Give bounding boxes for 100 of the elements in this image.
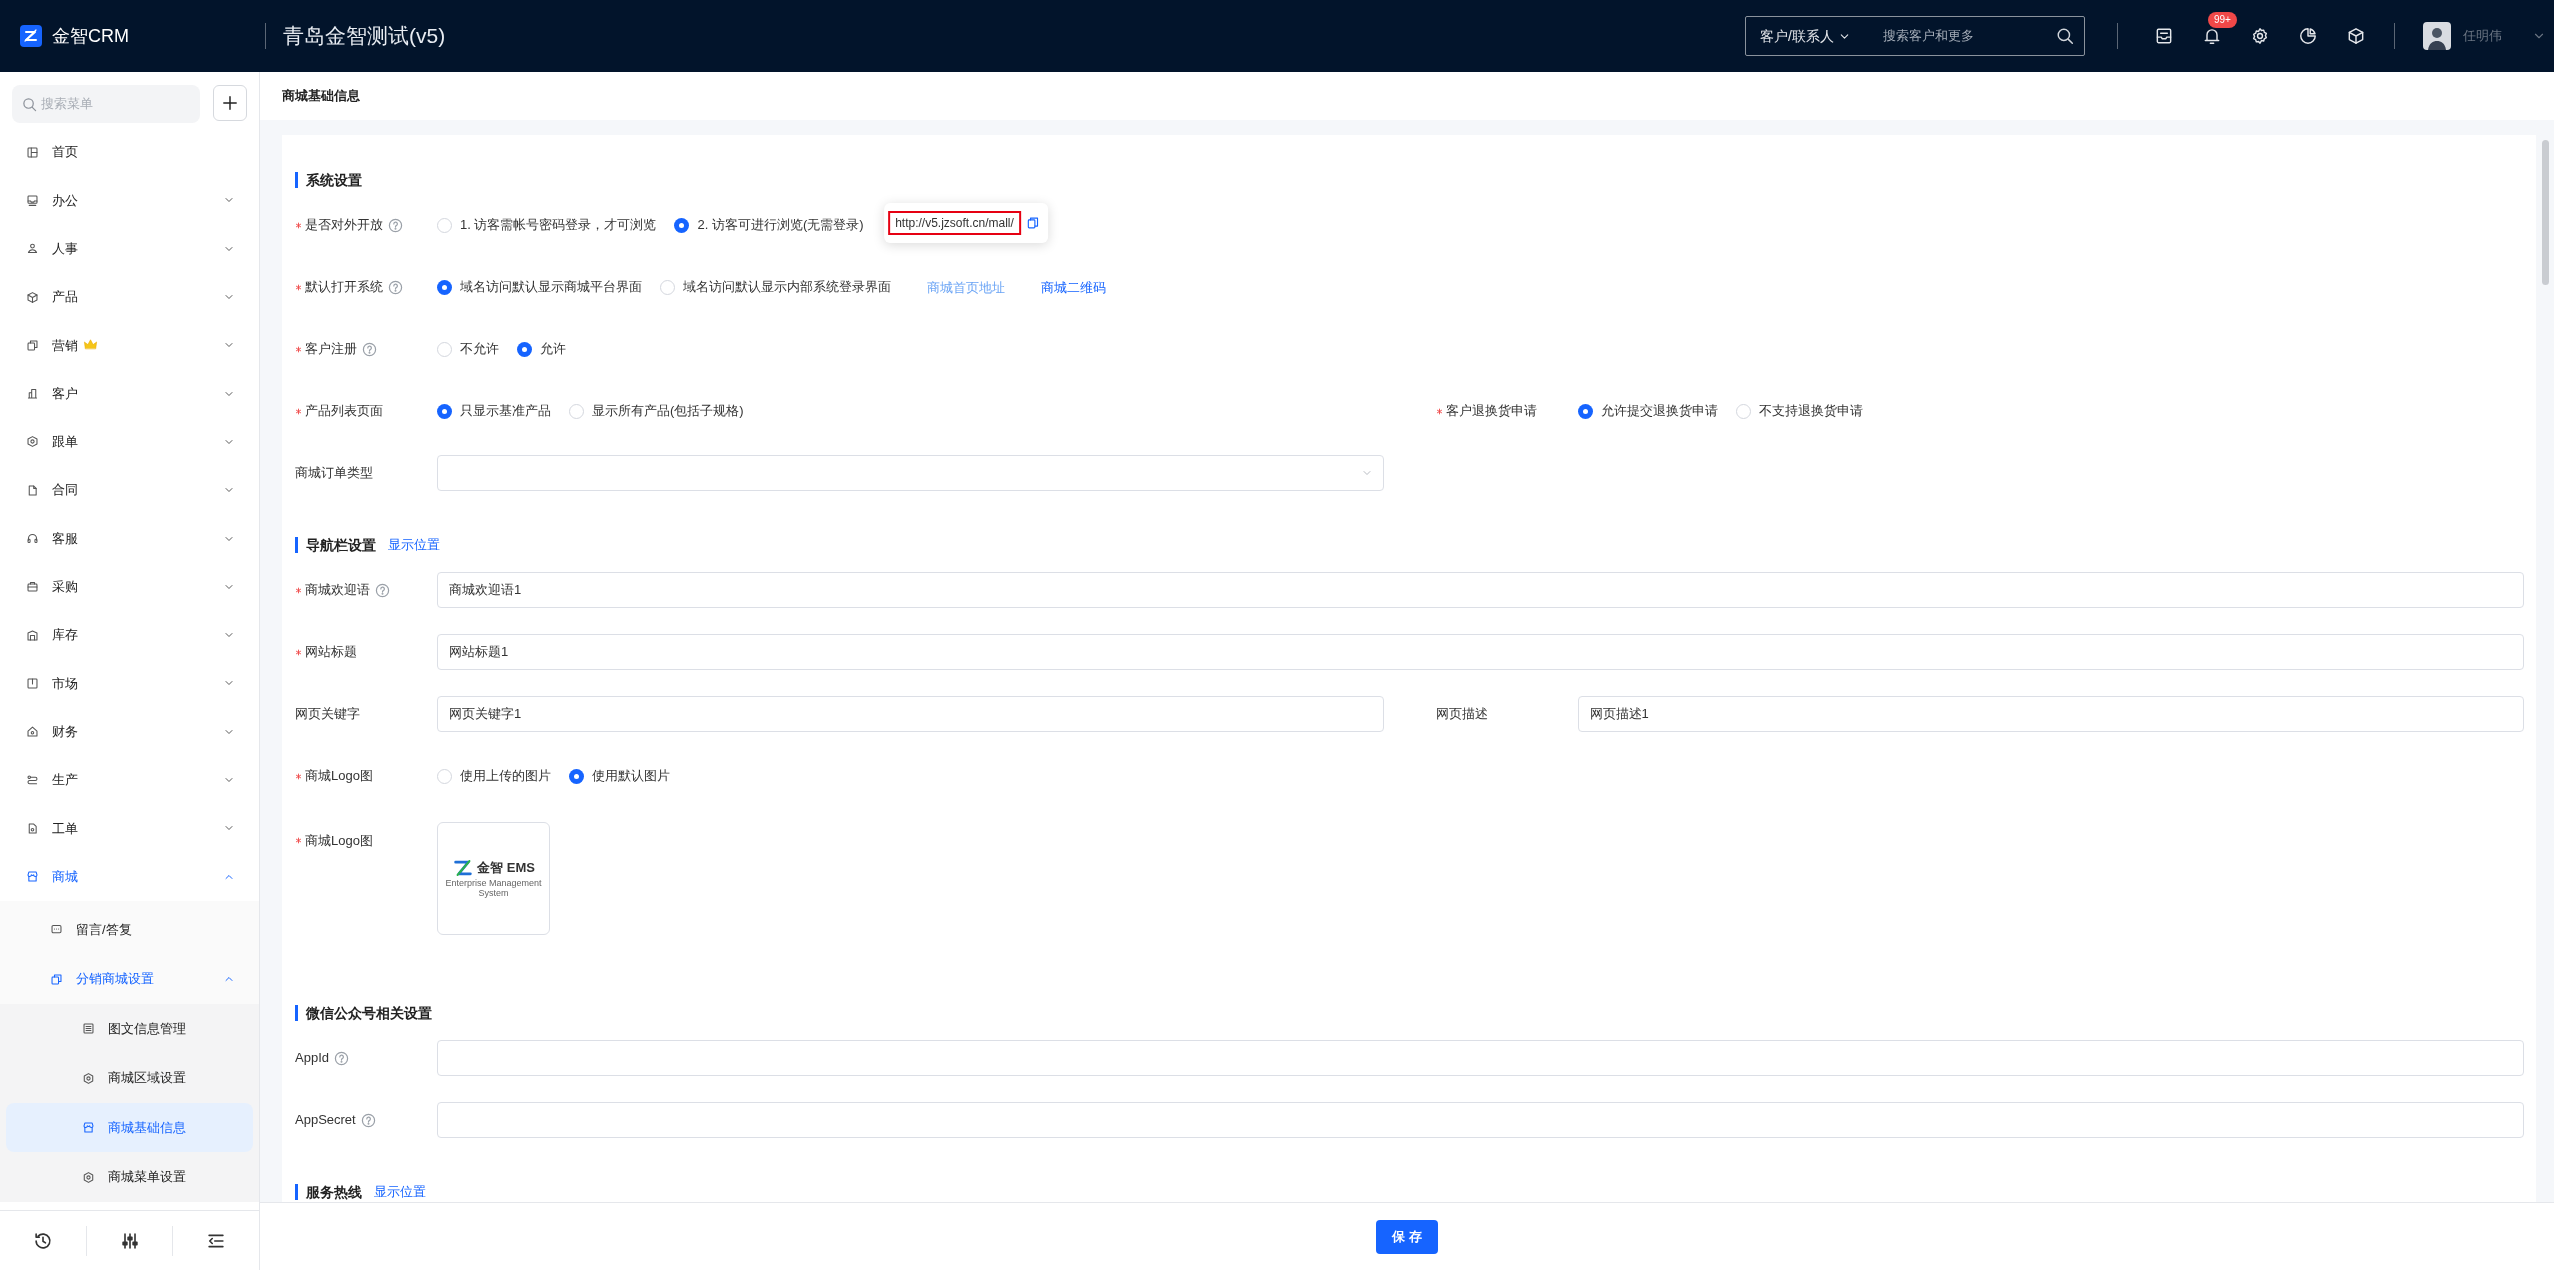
sidebar-item[interactable]: 商城区域设置 xyxy=(0,1053,259,1103)
avatar[interactable] xyxy=(2423,22,2451,50)
radio-option[interactable]: 不允许 xyxy=(437,339,499,359)
panel-icon xyxy=(26,676,39,690)
sidebar-item[interactable]: 商城菜单设置 xyxy=(0,1152,259,1202)
logo-icon xyxy=(20,25,42,47)
cube-icon xyxy=(2346,26,2366,46)
plus-icon xyxy=(221,94,239,112)
field-label: 是否对外开放 xyxy=(305,216,383,235)
sidebar-item[interactable]: 商城 xyxy=(0,852,259,901)
sidebar-item[interactable]: 产品 xyxy=(0,272,259,322)
layout-icon xyxy=(26,145,39,159)
radio-option[interactable]: 不支持退换货申请 xyxy=(1735,401,1863,421)
radio-option[interactable]: 显示所有产品(包括子规格) xyxy=(569,401,744,421)
radio-option[interactable]: 域名访问默认显示商城平台界面 xyxy=(437,277,642,297)
radio-option[interactable]: 允许提交退换货申请 xyxy=(1577,401,1718,421)
document-icon xyxy=(26,483,39,497)
save-button[interactable]: 保 存 xyxy=(1376,1219,1438,1254)
link[interactable]: 商城二维码 xyxy=(1041,280,1106,295)
app-title: 青岛金智测试(v5) xyxy=(283,23,446,50)
radio-option[interactable]: 2. 访客可进行浏览(无需登录) xyxy=(674,215,864,235)
search-icon[interactable] xyxy=(2056,27,2074,45)
sidebar-item[interactable]: 采购 xyxy=(0,562,259,611)
inbox-icon xyxy=(2154,26,2174,46)
route-icon xyxy=(26,773,39,787)
history-icon xyxy=(32,1230,53,1251)
document-icon xyxy=(26,821,39,835)
help-icon[interactable] xyxy=(388,279,403,295)
field-label: 网站标题 xyxy=(305,643,357,662)
help-icon[interactable] xyxy=(375,582,390,598)
sidebar-item[interactable]: 留言/答复 xyxy=(0,904,259,955)
add-button[interactable] xyxy=(212,85,247,121)
field-label: 商城Logo图 xyxy=(305,832,373,850)
sidebar-item[interactable]: 图文信息管理 xyxy=(0,1003,259,1054)
sidebar-item[interactable]: 市场 xyxy=(0,659,259,708)
message-icon xyxy=(50,923,63,936)
cube-icon xyxy=(26,290,39,304)
sidebar-item[interactable]: 人事 xyxy=(0,224,259,273)
sidebar-item[interactable]: 生产 xyxy=(0,755,259,805)
sidebar-item[interactable]: 客服 xyxy=(0,514,259,563)
radio-option[interactable]: 域名访问默认显示内部系统登录界面 xyxy=(660,277,891,297)
list-icon xyxy=(82,1022,95,1035)
copy-icon xyxy=(26,338,39,352)
pie-chart-icon xyxy=(2298,26,2318,46)
scope-dropdown[interactable]: 客户/联系人 xyxy=(1760,25,1851,47)
field-label: 商城Logo图 xyxy=(305,767,373,786)
input-field[interactable]: 网页描述1 xyxy=(1577,696,2524,732)
sidebar-item[interactable]: 首页 xyxy=(0,128,259,177)
inbox-icon xyxy=(26,193,39,207)
logo[interactable]: 金智CRM xyxy=(0,22,265,50)
input-field[interactable] xyxy=(437,1102,2524,1138)
store-icon xyxy=(82,1121,95,1134)
field-label: 客户注册 xyxy=(305,340,357,359)
input-field[interactable] xyxy=(437,1040,2524,1076)
field-label: 默认打开系统 xyxy=(305,278,383,297)
copy-icon[interactable] xyxy=(1025,216,1040,230)
link[interactable]: 显示位置 xyxy=(374,1182,426,1202)
radio-option[interactable]: 使用上传的图片 xyxy=(437,766,551,786)
radio-option[interactable]: 使用默认图片 xyxy=(569,766,670,786)
sidebar-item[interactable]: 分销商城设置 xyxy=(0,954,259,1004)
input-field[interactable]: 商城欢迎语1 xyxy=(437,572,2524,608)
bag-icon xyxy=(26,580,39,594)
scrollbar-thumb[interactable] xyxy=(2541,140,2549,285)
sliders-icon xyxy=(119,1230,140,1251)
input-field[interactable]: 网站标题1 xyxy=(437,634,2524,670)
popover-url: http://v5.jzsoft.cn/mall/ xyxy=(888,211,1021,235)
copy-icon xyxy=(50,972,63,986)
search-icon xyxy=(22,96,37,112)
building-icon xyxy=(26,387,39,401)
help-icon[interactable] xyxy=(362,341,377,357)
sidebar-item[interactable]: 库存 xyxy=(0,610,259,660)
sidebar-item[interactable]: 合同 xyxy=(0,466,259,515)
radio-option[interactable]: 1. 访客需帐号密码登录，才可浏览 xyxy=(437,215,657,235)
link[interactable]: 显示位置 xyxy=(388,535,440,555)
notification-badge: 99+ xyxy=(2208,12,2237,28)
sidebar-item[interactable]: 跟单 xyxy=(0,417,259,467)
radio-option[interactable]: 允许 xyxy=(517,339,566,359)
radio-option[interactable]: 只显示基准产品 xyxy=(437,401,551,421)
field-label: 网页描述 xyxy=(1435,705,1488,724)
section-title: 导航栏设置 xyxy=(295,537,376,553)
field-label: AppSecret xyxy=(295,1111,356,1130)
sidebar-item[interactable]: 工单 xyxy=(0,804,259,853)
help-icon[interactable] xyxy=(388,217,403,233)
help-icon[interactable] xyxy=(360,1112,376,1128)
field-label: 网页关键字 xyxy=(295,705,360,724)
house-icon xyxy=(26,725,39,739)
field-label: AppId xyxy=(295,1049,329,1068)
input-field[interactable]: 网页关键字1 xyxy=(437,696,1384,732)
sidebar-item[interactable]: 客户 xyxy=(0,369,259,418)
sidebar-item[interactable]: 办公 xyxy=(0,176,259,225)
help-icon[interactable] xyxy=(334,1050,349,1066)
select-field[interactable] xyxy=(437,455,1384,491)
sidebar-item[interactable]: 财务 xyxy=(0,707,259,756)
settings-icon xyxy=(2250,26,2270,46)
hexagon-icon xyxy=(26,435,39,449)
sidebar-item[interactable]: 营销 xyxy=(0,321,259,370)
section-title: 微信公众号相关设置 xyxy=(295,1005,432,1021)
sidebar-item[interactable]: 商城基础信息 xyxy=(6,1102,253,1153)
global-search-field[interactable]: 客户/联系人 搜索客户和更多 xyxy=(1745,16,2085,56)
warehouse-icon xyxy=(26,628,39,642)
